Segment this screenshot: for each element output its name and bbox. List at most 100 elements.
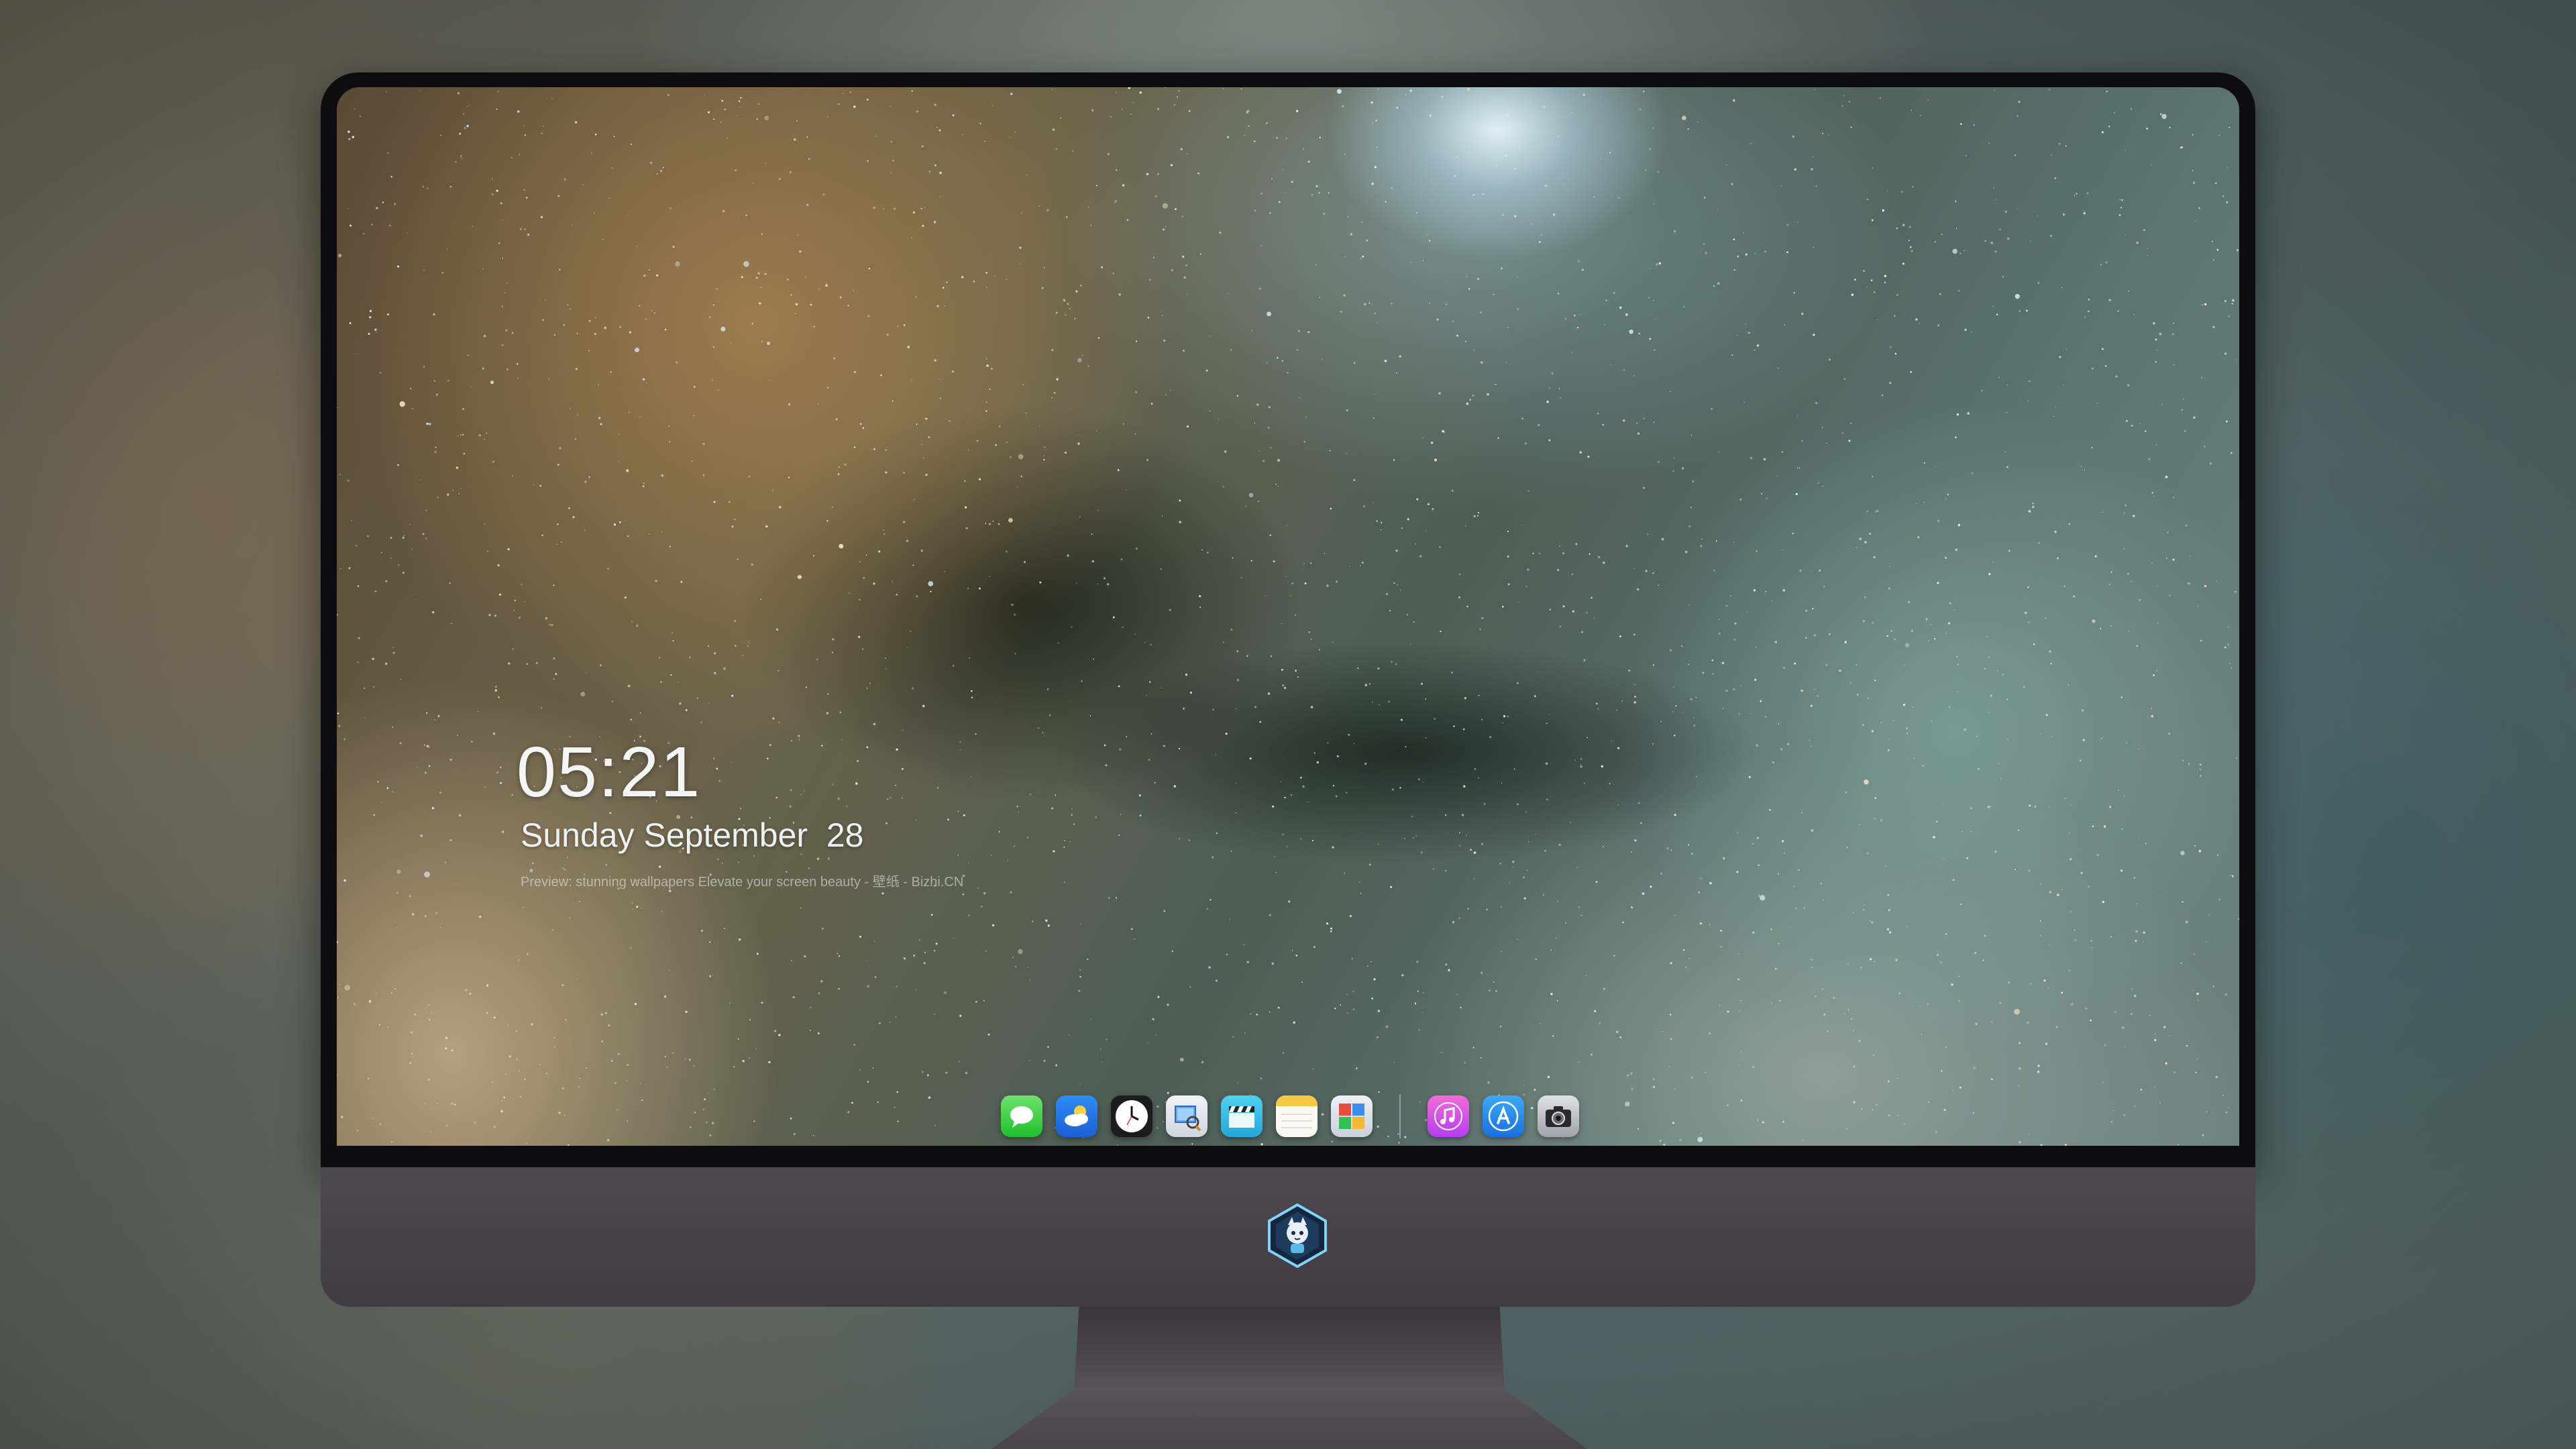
star (2151, 708, 2153, 710)
preview-app[interactable] (1166, 1095, 1208, 1137)
notes-app[interactable] (1276, 1095, 1318, 1137)
star (1393, 459, 1395, 462)
star (2226, 167, 2229, 169)
star (1248, 125, 1250, 127)
star (1503, 715, 1506, 718)
star (642, 378, 645, 381)
star (1839, 669, 1841, 672)
star (922, 704, 925, 708)
star (2159, 333, 2162, 335)
star (2118, 790, 2120, 791)
star (1464, 341, 1466, 343)
star (896, 1091, 899, 1093)
star (527, 953, 529, 955)
star (1521, 417, 1524, 420)
star (874, 976, 877, 978)
star (391, 992, 392, 994)
star (1362, 255, 1364, 258)
star (1514, 168, 1517, 170)
star (545, 617, 548, 620)
star (387, 152, 389, 154)
star (387, 313, 389, 316)
star (800, 907, 802, 909)
star (676, 361, 678, 364)
star (502, 258, 503, 259)
star (2200, 376, 2202, 378)
star (465, 989, 467, 991)
star (1733, 238, 1735, 241)
star (1940, 961, 1943, 963)
star (962, 134, 963, 136)
star (2228, 315, 2230, 317)
star (1562, 605, 1565, 608)
star (854, 446, 856, 448)
star (1990, 694, 1992, 697)
star (1075, 290, 1078, 292)
star (916, 595, 918, 598)
messages-icon (1010, 1106, 1033, 1128)
star (1513, 768, 1515, 770)
star (1888, 909, 1890, 912)
messages-app[interactable] (1001, 1095, 1042, 1137)
star (2229, 126, 2231, 128)
star (484, 439, 485, 440)
star (2144, 430, 2147, 433)
star (1122, 184, 1125, 186)
star (1287, 525, 1289, 527)
star (1150, 733, 1152, 735)
star (1107, 583, 1110, 586)
star (1344, 872, 1346, 874)
star (2169, 126, 2171, 129)
star (1254, 422, 1256, 424)
star (2120, 207, 2122, 209)
star (1281, 668, 1283, 671)
star (1847, 1009, 1849, 1011)
videos-app[interactable] (1221, 1095, 1263, 1137)
star (1753, 589, 1756, 592)
star (1478, 777, 1480, 779)
star (1687, 128, 1689, 130)
star (2018, 1042, 2021, 1044)
star (1525, 586, 1527, 588)
star (1928, 1102, 1930, 1104)
star (1323, 213, 1326, 215)
star (1364, 762, 1367, 765)
star (1733, 639, 1736, 641)
app-store-app[interactable] (1483, 1095, 1524, 1137)
star (1688, 604, 1690, 606)
star (1266, 122, 1268, 124)
star (1580, 757, 1582, 760)
wallpaper-caption: Preview: stunning wallpapers Elevate you… (521, 875, 964, 890)
star (1805, 609, 1808, 612)
star (656, 173, 658, 174)
star (1342, 105, 1344, 107)
star (826, 520, 828, 522)
star (1754, 678, 1757, 681)
star (827, 116, 828, 117)
star (1336, 755, 1339, 757)
star (1327, 742, 1329, 743)
photo-booth-app[interactable] (1331, 1095, 1373, 1137)
star (1783, 852, 1785, 854)
star (1763, 458, 1766, 461)
star (455, 466, 459, 469)
star (685, 1010, 688, 1013)
star (1045, 919, 1048, 922)
star (1703, 243, 1705, 245)
clock-app[interactable] (1111, 1095, 1152, 1137)
weather-app[interactable] (1056, 1095, 1097, 1137)
star (985, 410, 987, 412)
star (873, 722, 876, 726)
star (1401, 974, 1404, 977)
star (1882, 209, 1884, 212)
camera-app[interactable] (1538, 1095, 1579, 1137)
star (1904, 643, 1910, 647)
music-icon (1434, 1102, 1462, 1130)
star (1423, 992, 1424, 994)
star (1649, 148, 1651, 150)
star (1557, 901, 1558, 902)
music-app[interactable] (1428, 1095, 1469, 1137)
star (1923, 462, 1925, 464)
star (2215, 1075, 2218, 1079)
star (1024, 561, 1026, 564)
